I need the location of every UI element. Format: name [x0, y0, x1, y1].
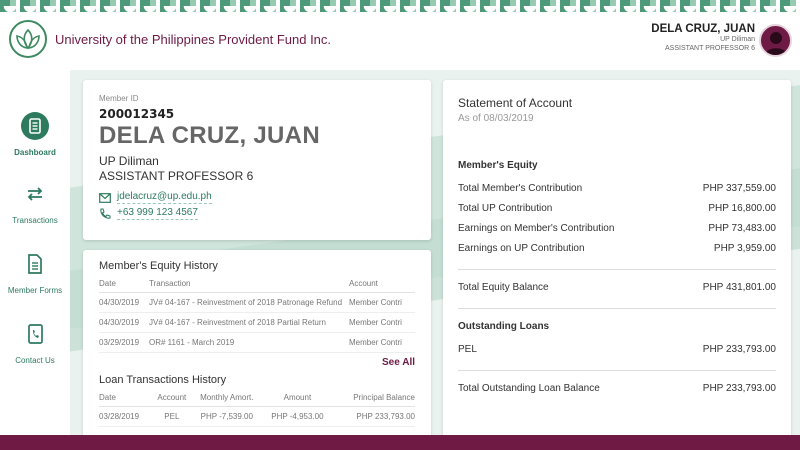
leaf-logo-icon	[16, 28, 40, 50]
table-cell: 03/29/2019	[99, 332, 149, 353]
column-header: Amount	[262, 386, 333, 407]
table-row[interactable]: 04/30/2019 JV# 04-167 - Reinvestment of …	[99, 292, 415, 313]
row-label: Total Member's Contribution	[458, 183, 583, 194]
row-label: Total Outstanding Loan Balance	[458, 383, 600, 394]
user-name: DELA CRUZ, JUAN	[651, 23, 755, 35]
equity-row: Total Member's Contribution PHP 337,559.…	[458, 183, 776, 203]
row-label: Total UP Contribution	[458, 203, 553, 214]
header-pattern	[0, 0, 800, 14]
user-avatar-icon	[764, 32, 787, 55]
divider	[458, 370, 776, 371]
sidebar: Dashboard Transactions Member Forms Cont…	[0, 70, 70, 435]
history-card: Member's Equity History Date Transaction…	[83, 250, 431, 450]
sidebar-item-label: Transactions	[12, 216, 58, 225]
phone-link[interactable]: +63 999 123 4567	[117, 207, 198, 220]
row-label: PEL	[458, 344, 477, 355]
row-value: PHP 233,793.00	[702, 344, 776, 355]
member-position: ASSISTANT PROFESSOR 6	[99, 169, 254, 183]
equity-total-row: Total Equity Balance PHP 431,801.00	[458, 282, 776, 302]
app-header: University of the Philippines Provident …	[0, 0, 800, 70]
loans-total-row: Total Outstanding Loan Balance PHP 233,7…	[458, 383, 776, 403]
footer-bar	[0, 435, 800, 450]
row-label: Earnings on UP Contribution	[458, 243, 585, 254]
column-header: Monthly Amort.	[191, 386, 263, 407]
table-cell: OR# 1161 - March 2019	[149, 332, 349, 353]
table-cell: PHP -4,953.00	[262, 406, 333, 427]
statement-date: As of 08/03/2019	[458, 113, 534, 124]
table-row[interactable]: 03/28/2019 PEL PHP -7,539.00 PHP -4,953.…	[99, 406, 415, 427]
table-cell: JV# 04-167 - Reinvestment of 2018 Partia…	[149, 312, 349, 333]
column-header: Account	[152, 386, 192, 407]
row-label: Total Equity Balance	[458, 282, 549, 293]
equity-history-title: Member's Equity History	[99, 260, 218, 272]
loan-row: PEL PHP 233,793.00	[458, 344, 776, 364]
sidebar-item-transactions[interactable]: Transactions	[0, 180, 70, 225]
sidebar-item-label: Member Forms	[7, 286, 63, 295]
table-cell: Member Contri	[349, 292, 415, 313]
table-cell: PHP 233,793.00	[332, 406, 415, 427]
loan-history-table: Date Account Monthly Amort. Amount Princ…	[99, 386, 415, 427]
equity-history-table: Date Transaction Account 04/30/2019 JV# …	[99, 272, 415, 353]
row-value: PHP 233,793.00	[702, 383, 776, 394]
table-cell: Member Contri	[349, 332, 415, 353]
transfer-arrows-icon	[21, 180, 49, 208]
dashboard-icon	[21, 112, 49, 140]
equity-section-title: Member's Equity	[458, 160, 538, 171]
column-header: Date	[99, 386, 153, 407]
table-cell: 04/30/2019	[99, 292, 149, 313]
user-position: ASSISTANT PROFESSOR 6	[665, 45, 755, 52]
loan-history-title: Loan Transactions History	[99, 374, 227, 386]
statement-card: Statement of Account As of 08/03/2019 Me…	[443, 80, 791, 450]
table-cell: Member Contri	[349, 312, 415, 333]
table-row[interactable]: 03/29/2019 OR# 1161 - March 2019 Member …	[99, 332, 415, 353]
sidebar-item-label: Dashboard	[14, 148, 56, 157]
equity-row: Earnings on UP Contribution PHP 3,959.00	[458, 243, 776, 263]
avatar[interactable]	[759, 24, 792, 57]
member-name: DELA CRUZ, JUAN	[99, 122, 320, 149]
org-name: University of the Philippines Provident …	[55, 32, 332, 47]
equity-row: Total UP Contribution PHP 16,800.00	[458, 203, 776, 223]
loans-section-title: Outstanding Loans	[458, 321, 550, 332]
column-header: Transaction	[149, 272, 349, 293]
row-value: PHP 3,959.00	[713, 243, 776, 254]
row-label: Earnings on Member's Contribution	[458, 223, 615, 234]
equity-row: Earnings on Member's Contribution PHP 73…	[458, 223, 776, 243]
phone-row[interactable]: +63 999 123 4567	[99, 207, 415, 220]
document-icon	[21, 250, 49, 278]
table-cell: 04/30/2019	[99, 312, 149, 333]
sidebar-item-dashboard[interactable]: Dashboard	[0, 112, 70, 157]
email-row[interactable]: jdelacruz@up.edu.ph	[99, 191, 415, 204]
column-header: Principal Balance	[332, 386, 415, 407]
user-unit: UP Diliman	[720, 36, 755, 43]
row-value: PHP 73,483.00	[708, 223, 776, 234]
row-value: PHP 16,800.00	[708, 203, 776, 214]
email-icon	[99, 192, 111, 203]
column-header: Account	[349, 272, 415, 293]
column-header: Date	[99, 272, 149, 293]
phone-icon	[100, 207, 111, 219]
profile-card: Member ID 200012345 DELA CRUZ, JUAN UP D…	[83, 80, 431, 240]
sidebar-item-contact-us[interactable]: Contact Us	[0, 320, 70, 365]
member-id-label: Member ID	[99, 94, 139, 103]
email-link[interactable]: jdelacruz@up.edu.ph	[117, 191, 212, 204]
table-cell: 03/28/2019	[99, 406, 153, 427]
table-cell: PEL	[152, 406, 192, 427]
table-cell: JV# 04-167 - Reinvestment of 2018 Patron…	[149, 292, 349, 313]
sidebar-item-member-forms[interactable]: Member Forms	[0, 250, 70, 295]
row-value: PHP 337,559.00	[702, 183, 776, 194]
up-provident-logo[interactable]	[9, 20, 47, 58]
table-cell: PHP -7,539.00	[191, 406, 263, 427]
statement-title: Statement of Account	[458, 96, 573, 110]
member-id: 200012345	[99, 107, 175, 121]
phone-book-icon	[21, 320, 49, 348]
divider	[458, 269, 776, 270]
see-all-link[interactable]: See All	[99, 357, 415, 368]
table-row[interactable]: 04/30/2019 JV# 04-167 - Reinvestment of …	[99, 312, 415, 333]
user-info: DELA CRUZ, JUAN UP Diliman ASSISTANT PRO…	[651, 23, 755, 53]
sidebar-item-label: Contact Us	[15, 356, 55, 365]
row-value: PHP 431,801.00	[702, 282, 776, 293]
divider	[458, 308, 776, 309]
member-unit: UP Diliman	[99, 154, 159, 168]
